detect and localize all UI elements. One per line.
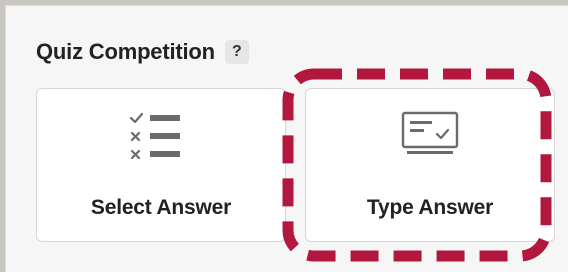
text-input-icon (397, 109, 463, 170)
type-answer-label: Type Answer (366, 196, 494, 219)
checklist-icon (128, 109, 194, 170)
section-heading: Quiz Competition ? (36, 39, 249, 65)
type-answer-option[interactable]: Type Answer (305, 88, 555, 242)
quiz-settings-panel: Quiz Competition ? Select Answer Type An… (5, 5, 568, 272)
help-button[interactable]: ? (224, 40, 249, 64)
select-answer-option[interactable]: Select Answer (36, 88, 286, 242)
section-title: Quiz Competition (36, 39, 215, 64)
select-answer-label: Select Answer (90, 196, 232, 219)
